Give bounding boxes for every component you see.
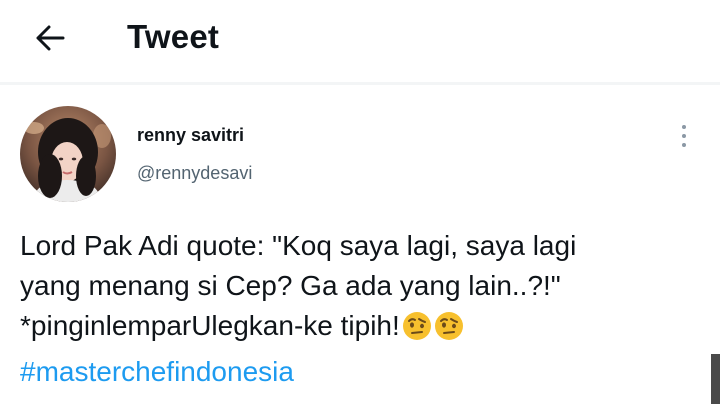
tweet-line-3: *pinginlemparUlegkan-ke tipih! [20, 306, 700, 352]
page-title: Tweet [127, 18, 220, 55]
tweet-line-3-text: *pinginlemparUlegkan-ke tipih! [20, 310, 400, 341]
back-button[interactable] [28, 20, 72, 56]
tweet-line-2: yang menang si Cep? Ga ada yang lain..?!… [20, 270, 561, 301]
tweet-body: Lord Pak Adi quote: "Koq saya lagi, saya… [20, 226, 700, 392]
author-handle[interactable]: @rennydesavi [137, 162, 252, 184]
scrollbar-thumb[interactable] [711, 354, 720, 404]
more-options-button[interactable] [668, 118, 700, 154]
avatar-photo [20, 106, 116, 202]
face-with-raised-eyebrow-icon [434, 311, 464, 352]
tweet-line-1: Lord Pak Adi quote: "Koq saya lagi, saya… [20, 230, 577, 261]
author-display-name[interactable]: renny savitri [137, 124, 244, 146]
top-bar: Tweet [0, 0, 720, 83]
avatar[interactable] [20, 106, 116, 202]
header-divider [0, 82, 720, 85]
hashtag-link[interactable]: #masterchefindonesia [20, 352, 700, 392]
arrow-left-icon [36, 25, 65, 51]
face-with-raised-eyebrow-icon [402, 311, 432, 352]
vertical-ellipsis-icon [682, 125, 686, 129]
